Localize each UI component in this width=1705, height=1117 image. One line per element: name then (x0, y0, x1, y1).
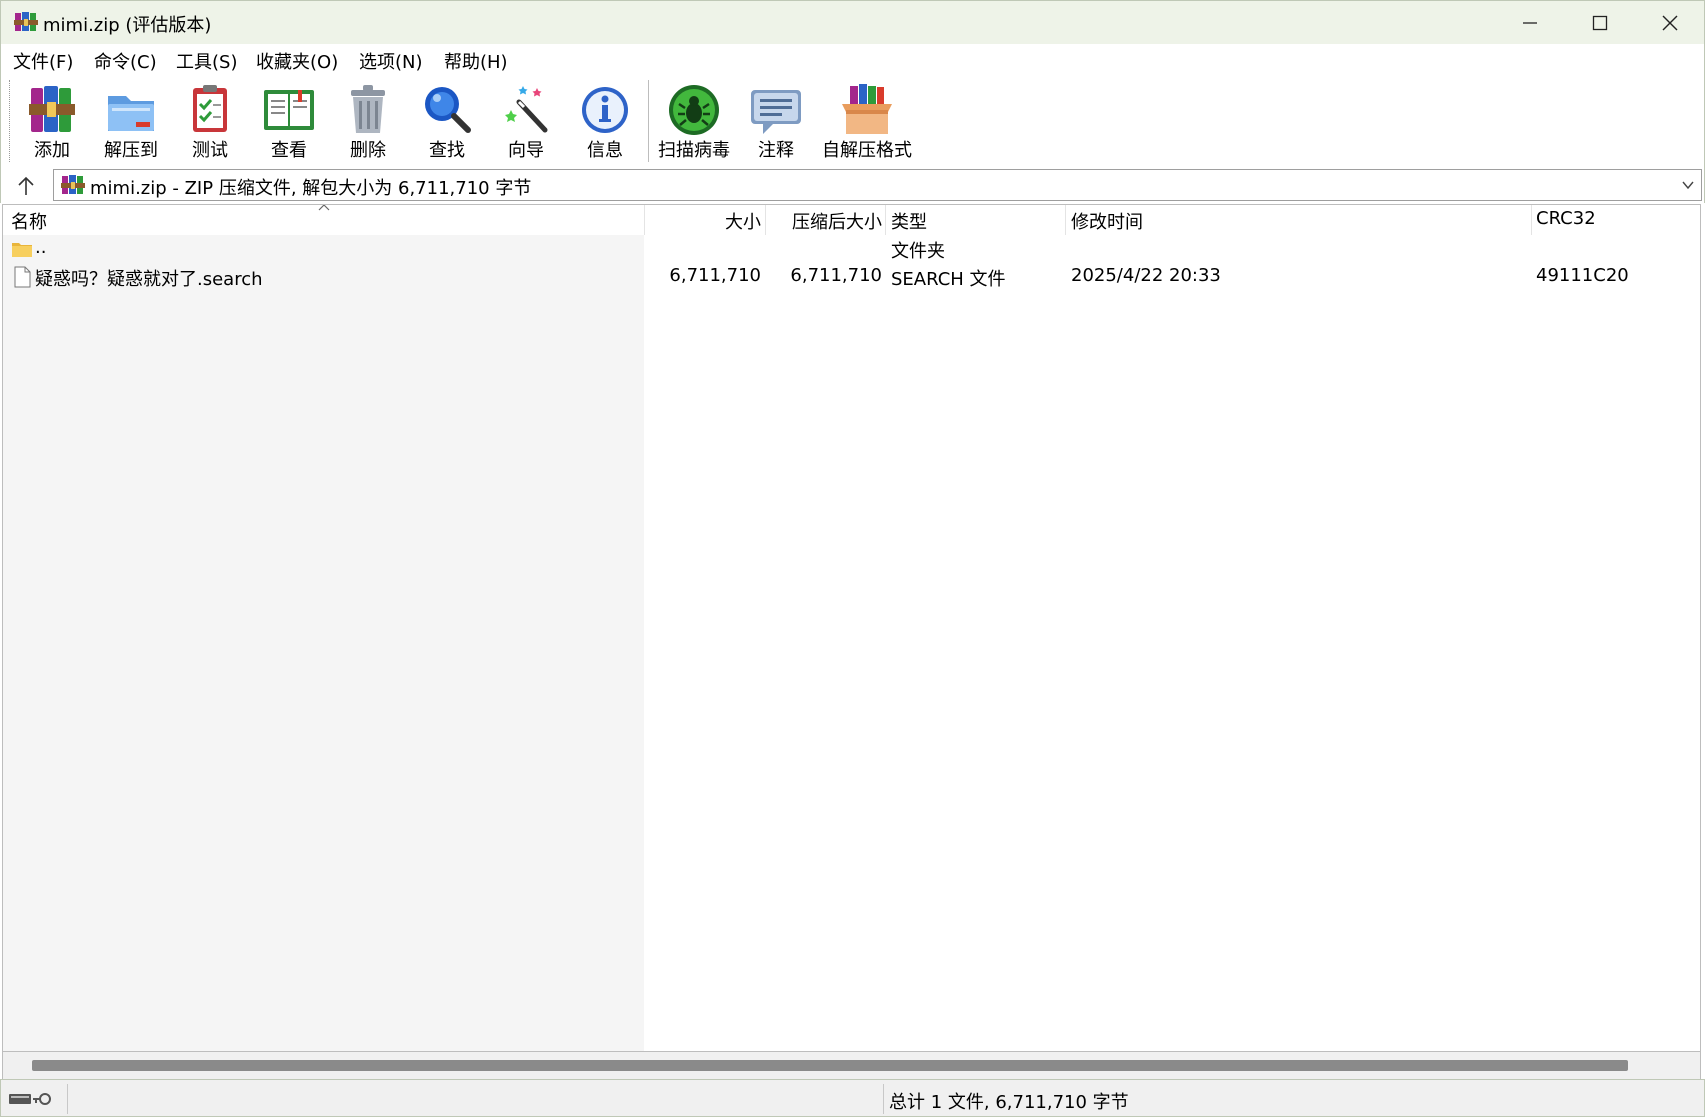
comment-label: 注释 (758, 140, 794, 161)
file-list[interactable]: 名称 大小 压缩后大小 类型 修改时间 CRC32 .. 文件夹 疑惑吗？疑惑就… (2, 204, 1701, 1052)
row-packed: 6,711,710 (790, 265, 882, 286)
info-icon (582, 87, 628, 133)
winrar-app-icon (14, 12, 38, 31)
file-icon (14, 266, 31, 288)
column-header-crc[interactable]: CRC32 (1536, 205, 1696, 235)
column-header-modified-label: 修改时间 (1071, 212, 1143, 233)
delete-button[interactable]: 删除 (329, 78, 407, 164)
address-field[interactable]: mimi.zip - ZIP 压缩文件, 解包大小为 6,711,710 字节 (53, 169, 1702, 201)
column-header-type[interactable]: 类型 (891, 205, 1061, 235)
menu-help[interactable]: 帮助(H) (444, 48, 508, 74)
column-header-crc-label: CRC32 (1536, 208, 1596, 229)
row-modified: 2025/4/22 20:33 (1071, 265, 1221, 286)
window-title: mimi.zip (评估版本) (43, 15, 212, 36)
wizard-wand-icon (505, 86, 548, 133)
row-name: 疑惑吗？疑惑就对了.search (35, 269, 263, 290)
list-item-parent-folder[interactable]: .. 文件夹 (3, 235, 1700, 263)
list-item-file[interactable]: 疑惑吗？疑惑就对了.search 6,711,710 6,711,710 SEA… (3, 263, 1700, 291)
column-header-type-label: 类型 (891, 212, 927, 233)
comment-icon (751, 90, 801, 134)
column-header-packed[interactable]: 压缩后大小 (766, 205, 882, 235)
info-button[interactable]: 信息 (566, 78, 644, 164)
row-type: 文件夹 (891, 241, 945, 262)
column-divider[interactable] (1531, 205, 1532, 235)
close-button[interactable] (1635, 1, 1705, 45)
status-summary: 总计 1 文件, 6,711,710 字节 (889, 1092, 1129, 1113)
row-size: 6,711,710 (669, 265, 761, 286)
up-arrow-icon[interactable] (15, 175, 37, 197)
extract-folder-icon (108, 96, 154, 131)
status-bar: 总计 1 文件, 6,711,710 字节 (0, 1079, 1705, 1117)
zip-archive-icon (61, 175, 85, 194)
column-divider[interactable] (885, 205, 886, 235)
sort-ascending-icon (318, 205, 330, 211)
virus-scan-button[interactable]: 扫描病毒 (655, 78, 733, 164)
minimize-icon (1523, 22, 1537, 24)
maximize-button[interactable] (1565, 1, 1635, 45)
magnifier-icon (425, 87, 471, 133)
horizontal-scrollbar[interactable] (2, 1052, 1701, 1079)
row-crc: 49111C20 (1536, 265, 1629, 286)
minimize-button[interactable] (1495, 1, 1565, 45)
close-icon (1662, 15, 1678, 31)
menu-options[interactable]: 选项(N) (359, 48, 423, 74)
title-bar: mimi.zip (评估版本) (0, 0, 1705, 44)
view-book-icon (264, 90, 314, 130)
sfx-button[interactable]: 自解压格式 (822, 78, 912, 164)
virus-scan-icon (669, 85, 719, 135)
column-header-packed-label: 压缩后大小 (792, 212, 882, 233)
address-bar: mimi.zip - ZIP 压缩文件, 解包大小为 6,711,710 字节 (0, 168, 1705, 203)
folder-icon (12, 243, 32, 257)
sfx-box-icon (842, 84, 892, 134)
extract-to-button[interactable]: 解压到 (92, 78, 170, 164)
add-button[interactable]: 添加 (13, 78, 91, 164)
find-button[interactable]: 查找 (408, 78, 486, 164)
menu-tools[interactable]: 工具(S) (176, 48, 237, 74)
row-type: SEARCH 文件 (891, 269, 1006, 290)
column-header-name-label: 名称 (11, 212, 47, 233)
toolbar: 添加 解压到 测试 查看 删除 查找 向导 信息 扫描病毒 注释 自解压格式 (0, 76, 1705, 168)
wizard-button[interactable]: 向导 (487, 78, 565, 164)
trash-icon (351, 85, 385, 133)
address-text: mimi.zip - ZIP 压缩文件, 解包大小为 6,711,710 字节 (90, 178, 532, 199)
column-header-modified[interactable]: 修改时间 (1071, 205, 1531, 235)
menu-commands[interactable]: 命令(C) (94, 48, 157, 74)
menu-file[interactable]: 文件(F) (13, 48, 73, 74)
status-separator (67, 1084, 68, 1114)
column-divider[interactable] (1065, 205, 1066, 235)
drive-key-icon[interactable] (7, 1088, 63, 1110)
view-button[interactable]: 查看 (250, 78, 328, 164)
column-header-size[interactable]: 大小 (645, 205, 761, 235)
column-header-size-label: 大小 (725, 212, 761, 233)
maximize-icon (1592, 15, 1608, 31)
menu-bar: 文件(F) 命令(C) 工具(S) 收藏夹(O) 选项(N) 帮助(H) (0, 44, 1705, 76)
test-button[interactable]: 测试 (171, 78, 249, 164)
chevron-down-icon[interactable] (1681, 178, 1695, 192)
status-separator (883, 1084, 884, 1114)
scrollbar-thumb[interactable] (32, 1060, 1628, 1071)
sfx-label: 自解压格式 (822, 140, 912, 161)
row-name: .. (35, 237, 47, 258)
test-clipboard-icon (193, 85, 227, 132)
name-column-highlight (3, 235, 644, 1051)
add-archive-icon (29, 86, 75, 132)
menu-favorites[interactable]: 收藏夹(O) (256, 48, 338, 74)
comment-button[interactable]: 注释 (737, 78, 815, 164)
info-label: 信息 (587, 140, 623, 161)
